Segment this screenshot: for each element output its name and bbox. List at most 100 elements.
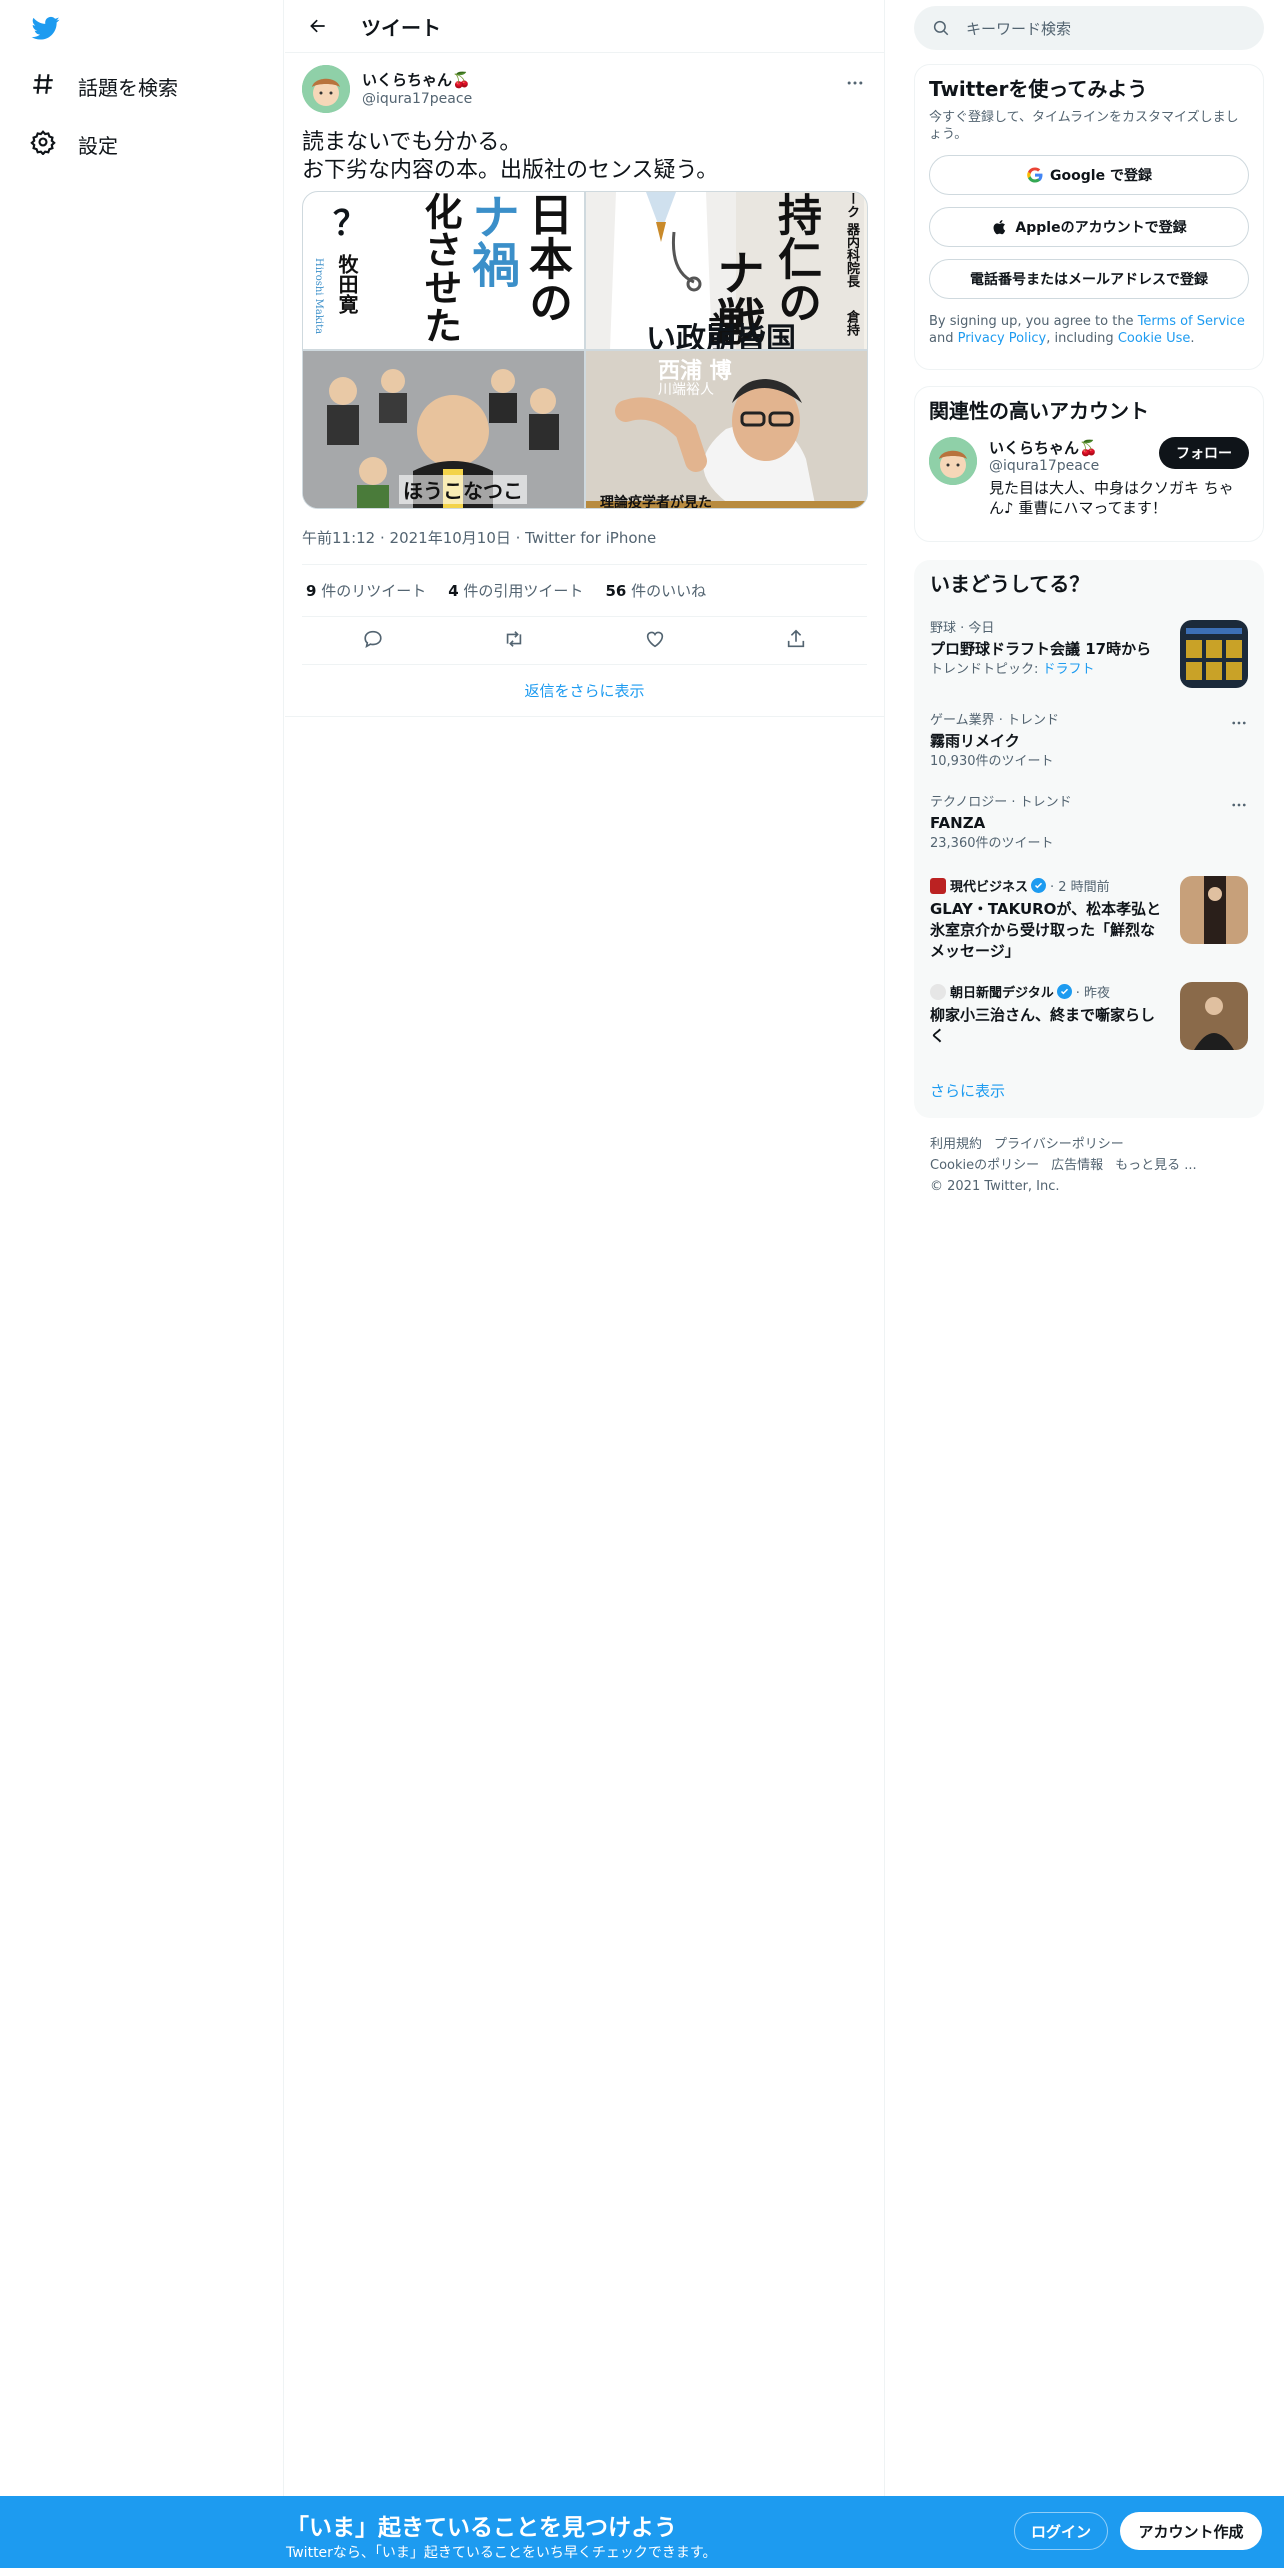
book-title: ？ bbox=[333, 204, 367, 244]
terms-text: By signing up, you agree to the bbox=[929, 314, 1138, 329]
cookie-use-link[interactable]: Cookie Use bbox=[1118, 331, 1191, 346]
footer-links: 利用規約 プライバシーポリシー Cookieのポリシー 広告情報 もっと見る ... … bbox=[930, 1134, 1250, 1197]
trend-thumbnail[interactable] bbox=[1180, 620, 1248, 688]
news-source-name: 朝日新聞デジタル bbox=[950, 986, 1054, 1001]
trend-item[interactable]: ゲーム業界 · トレンド 霧雨リメイク 10,930件のツイート bbox=[930, 712, 1250, 770]
bottom-bar-subtitle: Twitterなら、「いま」起きていることをいち早くチェックできます。 bbox=[286, 2545, 717, 2561]
quote-count: 4 bbox=[448, 582, 459, 600]
phone-email-signup-label: 電話番号またはメールアドレスで登録 bbox=[970, 272, 1208, 288]
more-options-button[interactable] bbox=[843, 73, 867, 93]
google-signup-button[interactable]: Google で登録 bbox=[929, 155, 1249, 195]
footer-link-cookies[interactable]: Cookieのポリシー bbox=[930, 1158, 1039, 1173]
account-bio: 見た目は大人、中身はクソガキ ちゃん♪ 重曹にハマってます！ bbox=[989, 479, 1234, 517]
tweet-author[interactable]: いくらちゃん🍒 @iqura17peace bbox=[302, 63, 867, 115]
book-coauthor: 川端裕人 bbox=[658, 382, 714, 398]
footer-copyright: © 2021 Twitter, Inc. bbox=[930, 1179, 1060, 1194]
relevant-title: 関連性の高いアカウント bbox=[929, 399, 1149, 423]
reply-button[interactable] bbox=[362, 628, 384, 654]
phone-email-signup-button[interactable]: 電話番号またはメールアドレスで登録 bbox=[929, 259, 1249, 299]
login-button[interactable]: ログイン bbox=[1014, 2512, 1108, 2550]
create-account-button[interactable]: アカウント作成 bbox=[1120, 2512, 1262, 2550]
terms-of-service-link[interactable]: Terms of Service bbox=[1138, 314, 1245, 329]
verified-icon bbox=[1056, 984, 1072, 999]
search-placeholder: キーワード検索 bbox=[966, 19, 1072, 38]
search-icon bbox=[933, 20, 949, 36]
page-title: ツイート bbox=[361, 15, 441, 40]
signup-panel: Twitterを使ってみよう 今すぐ登録して、タイムラインをカスタマイズしましょ… bbox=[914, 64, 1264, 370]
trend-topic-link[interactable]: ドラフト bbox=[1043, 662, 1095, 677]
nav-item-label: 話題を検索 bbox=[78, 75, 178, 100]
tweet-text: 読まないでも分かる。 お下劣な内容の本。出版社のセンス疑う。 bbox=[302, 130, 719, 183]
terms-text: , including bbox=[1046, 331, 1118, 346]
privacy-policy-link[interactable]: Privacy Policy bbox=[958, 331, 1047, 346]
nav-item-explore[interactable]: 話題を検索 bbox=[30, 66, 178, 106]
account-handle[interactable]: @iqura17peace bbox=[989, 458, 1153, 474]
page-header: ツイート bbox=[285, 0, 884, 53]
avatar[interactable] bbox=[929, 437, 977, 485]
share-icon bbox=[788, 629, 805, 647]
show-more-link[interactable]: さらに表示 bbox=[930, 1080, 1005, 1101]
media-image-4[interactable]: 西浦 博 川端裕人 理論疫学者が見た bbox=[586, 351, 867, 508]
share-button[interactable] bbox=[785, 628, 807, 654]
tweet-timestamp[interactable]: 午前11:12 · 2021年10月10日 · Twitter for iPho… bbox=[302, 527, 867, 565]
source-logo-icon bbox=[930, 877, 946, 894]
nav-item-label: 設定 bbox=[78, 133, 118, 158]
like-button[interactable] bbox=[644, 628, 666, 654]
back-button[interactable] bbox=[301, 9, 335, 43]
more-dots-icon bbox=[1232, 721, 1246, 725]
footer-link-more[interactable]: もっと見る ... bbox=[1115, 1158, 1197, 1173]
more-dots-icon bbox=[847, 81, 863, 85]
more-options-button[interactable] bbox=[1230, 796, 1248, 818]
bottom-bar-title: 「いま」起きていることを見つけよう bbox=[286, 2515, 677, 2541]
news-thumbnail[interactable] bbox=[1180, 982, 1248, 1050]
book-author: 牧田寛 bbox=[335, 254, 359, 314]
avatar[interactable] bbox=[302, 65, 350, 113]
footer-link-privacy[interactable]: プライバシーポリシー bbox=[994, 1137, 1124, 1152]
tweet-actions bbox=[302, 617, 867, 665]
likes-stat[interactable]: 56 件のいいね bbox=[605, 580, 706, 601]
account-name[interactable]: いくらちゃん🍒 bbox=[989, 437, 1153, 458]
google-icon bbox=[1027, 167, 1043, 183]
search-input[interactable]: キーワード検索 bbox=[914, 6, 1264, 50]
twitter-logo-icon[interactable] bbox=[30, 14, 66, 44]
signup-terms: By signing up, you agree to the Terms of… bbox=[929, 313, 1249, 347]
tweet: いくらちゃん🍒 @iqura17peace 読まないでも分かる。 お下劣な内容の… bbox=[285, 53, 884, 717]
trend-category: テクノロジー · トレンド bbox=[930, 795, 1072, 810]
apple-signup-button[interactable]: Appleのアカウントで登録 bbox=[929, 207, 1249, 247]
media-image-2[interactable]: 持仁の ナ戦 記 ーク 器内科院長 い政崩皆国 倉持 bbox=[586, 192, 867, 349]
news-title: 柳家小三治さん、終まで噺家らしく bbox=[930, 1006, 1156, 1045]
footer-link-terms[interactable]: 利用規約 bbox=[930, 1137, 982, 1152]
author-name[interactable]: いくらちゃん🍒 bbox=[362, 70, 472, 90]
quotes-stat[interactable]: 4 件の引用ツイート bbox=[448, 580, 583, 601]
news-title: GLAY・TAKUROが、松本孝弘と氷室京介から受け取った「鮮烈なメッセージ」 bbox=[930, 900, 1162, 960]
nav-item-settings[interactable]: 設定 bbox=[30, 124, 118, 164]
retweet-button[interactable] bbox=[503, 628, 525, 654]
footer-link-ads[interactable]: 広告情報 bbox=[1051, 1158, 1103, 1173]
image-caption: ほうこなつこ bbox=[399, 475, 527, 504]
retweet-count: 9 bbox=[306, 582, 317, 600]
trend-category: ゲーム業界 · トレンド bbox=[930, 713, 1060, 728]
media-image-1[interactable]: 日本の ナ禍 化させた ？ 牧田寛 Hiroshi Makita bbox=[303, 192, 584, 349]
more-options-button[interactable] bbox=[1230, 714, 1248, 736]
trend-item[interactable]: テクノロジー · トレンド FANZA 23,360件のツイート bbox=[930, 794, 1250, 852]
source-logo-icon bbox=[930, 983, 946, 1000]
retweets-stat[interactable]: 9 件のリツイート bbox=[306, 580, 426, 601]
gear-icon bbox=[30, 129, 56, 159]
book-author: 倉持 bbox=[844, 310, 859, 336]
news-thumbnail[interactable] bbox=[1180, 876, 1248, 944]
author-handle[interactable]: @iqura17peace bbox=[362, 90, 472, 108]
tweet-stats: 9 件のリツイート 4 件の引用ツイート 56 件のいいね bbox=[302, 565, 867, 617]
terms-text: . bbox=[1190, 331, 1195, 346]
trends-panel: いまどうしてる？ 野球 · 今日 プロ野球ドラフト会議 17時から トレンドトピ… bbox=[914, 560, 1264, 1118]
trends-title: いまどうしてる？ bbox=[930, 572, 1090, 596]
follow-button[interactable]: フォロー bbox=[1159, 437, 1249, 469]
signup-subtitle: 今すぐ登録して、タイムラインをカスタマイズしましょう。 bbox=[929, 110, 1239, 142]
show-more-replies-link[interactable]: 返信をさらに表示 bbox=[285, 665, 884, 717]
account-card[interactable]: いくらちゃん🍒 @iqura17peace 見た目は大人、中身はクソガキ ちゃん… bbox=[929, 437, 1249, 518]
trend-tweet-count: 10,930件のツイート bbox=[930, 754, 1054, 769]
media-image-3[interactable]: ほうこなつこ bbox=[303, 351, 584, 508]
like-label: 件のいいね bbox=[626, 582, 707, 600]
book-subtitle: ーク 器内科院長 bbox=[844, 192, 859, 288]
relevant-accounts-panel: 関連性の高いアカウント いくらちゃん🍒 @iqura17peace 見た目は大人… bbox=[914, 386, 1264, 542]
book-title: 化させた bbox=[418, 192, 463, 344]
